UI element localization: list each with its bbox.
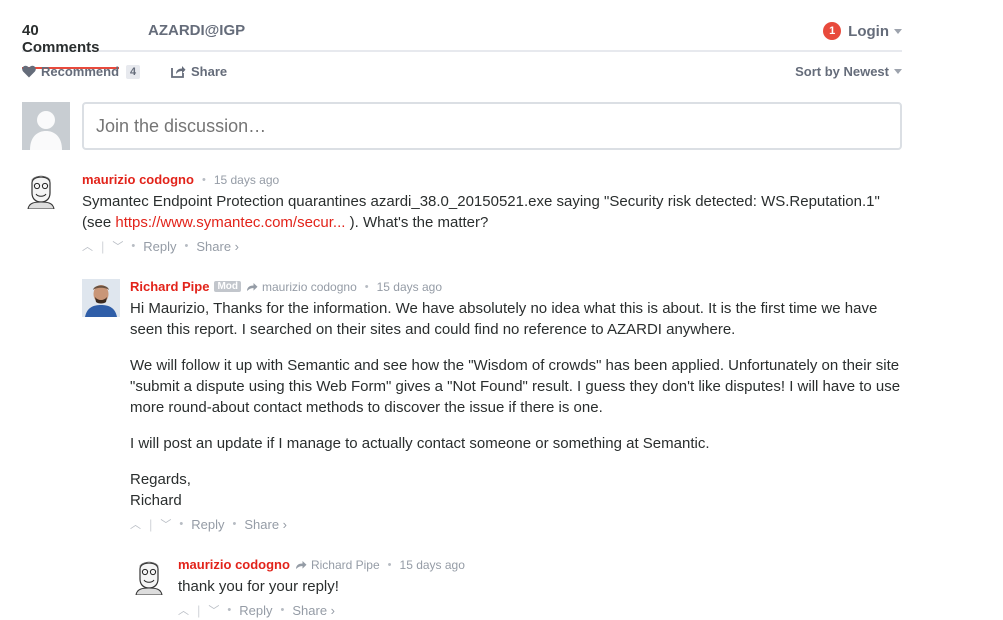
chevron-down-icon[interactable]: ﹀ [208, 602, 219, 618]
recommend-button[interactable]: Recommend 4 [22, 64, 141, 79]
login-label[interactable]: Login [848, 23, 889, 40]
footer-separator: • [232, 518, 237, 530]
comment-meta: maurizio codogno • 15 days ago [82, 172, 279, 187]
share-comment-button[interactable]: Share › [292, 603, 335, 618]
user-avatar [22, 102, 70, 150]
share-comment-button[interactable]: Share › [244, 517, 287, 532]
comment-timestamp[interactable]: 15 days ago [377, 280, 442, 294]
comment-text: thank you for your reply! [178, 578, 339, 595]
sort-dropdown[interactable]: Sort by Newest [795, 64, 902, 79]
comment-paragraph: Hi Maurizio, Thanks for the information.… [130, 300, 878, 338]
reply-arrow-icon [247, 282, 258, 291]
comment-text-end: ). What's the matter? [349, 214, 489, 231]
comment-body: Hi Maurizio, Thanks for the information.… [130, 298, 902, 511]
comment-body: thank you for your reply! [178, 576, 902, 597]
avatar[interactable] [22, 171, 60, 209]
comment-author[interactable]: maurizio codogno [82, 172, 194, 187]
chevron-down-icon [894, 28, 902, 34]
comment-input[interactable] [82, 102, 902, 150]
comment-paragraph: Richard [130, 492, 182, 509]
share-label: Share [191, 64, 228, 79]
footer-separator: • [131, 240, 136, 252]
meta-separator: • [201, 173, 206, 186]
vote-divider: | [101, 238, 105, 254]
chevron-up-icon[interactable]: ︿ [178, 602, 189, 618]
avatar[interactable] [130, 557, 168, 595]
chevron-down-icon [894, 69, 902, 74]
heart-icon [22, 65, 36, 78]
reply-to-author[interactable]: maurizio codogno [262, 280, 357, 294]
comment-timestamp[interactable]: 15 days ago [400, 558, 465, 572]
reply-button[interactable]: Reply [239, 603, 272, 618]
comment-meta: maurizio codogno Richard Pipe • 15 days … [178, 557, 465, 572]
chevron-up-icon[interactable]: ︿ [130, 516, 141, 532]
share-comment-button[interactable]: Share › [196, 239, 239, 254]
comment-paragraph: We will follow it up with Semantic and s… [130, 357, 901, 416]
chevron-up-icon[interactable]: ︿ [82, 238, 93, 254]
reply-to-author[interactable]: Richard Pipe [311, 558, 380, 572]
moderator-badge: Mod [214, 281, 242, 292]
comment-meta: Richard Pipe Mod maurizio codogno • 15 d… [130, 279, 442, 294]
recommend-label: Recommend [41, 64, 120, 79]
footer-separator: • [280, 604, 285, 616]
comment-footer: ︿ | ﹀ • Reply • Share › [130, 516, 287, 532]
discussion-nav: 40 Comments AZARDI@IGP 1 Login [22, 0, 902, 69]
action-bar: Recommend 4 Share Sort by Newest [22, 62, 902, 82]
recommend-count: 4 [126, 64, 141, 79]
comment-footer: ︿ | ﹀ • Reply • Share › [178, 602, 335, 618]
comment-author[interactable]: maurizio codogno [178, 557, 290, 572]
vote-divider: | [197, 602, 201, 618]
sort-label: Sort by Newest [795, 64, 889, 79]
meta-separator: • [387, 558, 392, 571]
comment-paragraph: Regards, [130, 471, 191, 488]
cartoon-avatar-icon [130, 557, 168, 595]
notification-badge[interactable]: 1 [823, 22, 842, 40]
footer-separator: • [179, 518, 184, 530]
reply-button[interactable]: Reply [143, 239, 176, 254]
comment-footer: ︿ | ﹀ • Reply • Share › [82, 238, 239, 254]
comment-body: Symantec Endpoint Protection quarantines… [82, 191, 902, 233]
tab-community[interactable]: AZARDI@IGP [148, 22, 245, 39]
chevron-down-icon[interactable]: ﹀ [112, 238, 123, 254]
cartoon-avatar-icon [22, 171, 60, 209]
chevron-down-icon[interactable]: ﹀ [160, 516, 171, 532]
reply-button[interactable]: Reply [191, 517, 224, 532]
comment-link[interactable]: https://www.symantec.com/secur... [115, 214, 345, 231]
comment-timestamp[interactable]: 15 days ago [214, 173, 279, 187]
reply-arrow-icon [295, 560, 307, 569]
login-menu[interactable]: 1 Login [823, 22, 902, 40]
footer-separator: • [227, 604, 232, 616]
vote-divider: | [149, 516, 153, 532]
comment-author[interactable]: Richard Pipe [130, 279, 209, 294]
default-avatar-icon [22, 102, 70, 150]
avatar[interactable] [82, 279, 120, 317]
photo-avatar-icon [82, 279, 120, 317]
share-button[interactable]: Share [171, 64, 227, 79]
comment-paragraph: I will post an update if I manage to act… [130, 435, 710, 452]
meta-separator: • [364, 280, 369, 293]
footer-separator: • [184, 240, 189, 252]
share-icon [171, 66, 186, 78]
